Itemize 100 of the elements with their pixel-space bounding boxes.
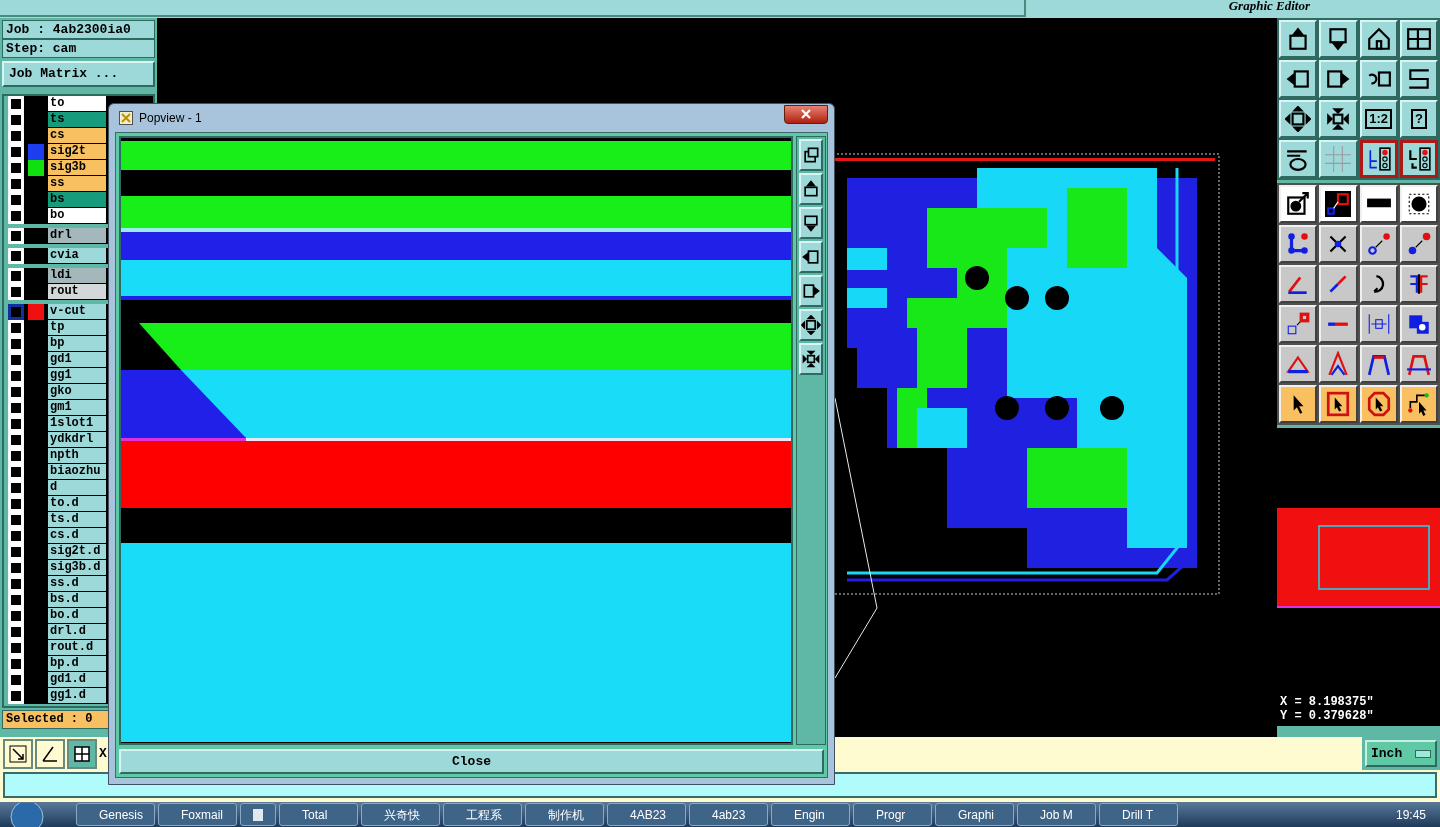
layer-name[interactable]: ss — [48, 176, 106, 191]
layer-checkbox[interactable] — [8, 608, 24, 624]
layer-checkbox[interactable] — [8, 464, 24, 480]
layer-name[interactable]: sig3b — [48, 160, 106, 175]
edit-tool-button[interactable] — [1319, 185, 1358, 223]
edit-tool-button[interactable] — [1399, 225, 1438, 263]
layer-name[interactable]: npth — [48, 448, 106, 463]
edit-tool-button[interactable] — [1279, 345, 1318, 383]
view-tool-button[interactable]: 1:2 — [1359, 100, 1398, 138]
popview-tool-button[interactable] — [799, 309, 823, 341]
layer-checkbox[interactable] — [8, 304, 24, 320]
layer-checkbox[interactable] — [8, 416, 24, 432]
taskbar-button[interactable]: 兴奇快 — [361, 803, 440, 826]
layer-name[interactable]: bs.d — [48, 592, 106, 607]
layer-checkbox[interactable] — [8, 400, 24, 416]
edit-tool-button[interactable] — [1359, 305, 1398, 343]
layer-name[interactable]: drl — [48, 228, 106, 243]
taskbar-button[interactable]: Progr — [853, 803, 932, 826]
layer-name[interactable]: 1slot1 — [48, 416, 106, 431]
taskbar-button[interactable] — [240, 803, 276, 826]
edit-tool-button[interactable] — [1279, 225, 1318, 263]
edit-tool-button[interactable] — [1319, 385, 1358, 423]
layer-checkbox[interactable] — [8, 176, 24, 192]
layer-name[interactable]: rout.d — [48, 640, 106, 655]
edit-tool-button[interactable] — [1279, 305, 1318, 343]
start-button[interactable] — [10, 802, 44, 827]
layer-name[interactable]: gg1 — [48, 368, 106, 383]
edit-tool-button[interactable] — [1359, 265, 1398, 303]
layer-name[interactable]: bo — [48, 208, 106, 223]
layer-checkbox[interactable] — [8, 336, 24, 352]
layer-checkbox[interactable] — [8, 672, 24, 688]
layer-name[interactable]: biaozhu — [48, 464, 106, 479]
edit-tool-button[interactable] — [1399, 385, 1438, 423]
edit-tool-button[interactable] — [1279, 385, 1318, 423]
taskbar-button[interactable]: 工程系 — [443, 803, 522, 826]
edit-tool-button[interactable] — [1359, 345, 1398, 383]
layer-name[interactable]: gd1.d — [48, 672, 106, 687]
layer-name[interactable]: gd1 — [48, 352, 106, 367]
layer-checkbox[interactable] — [8, 368, 24, 384]
resize-button[interactable] — [3, 738, 33, 769]
layer-checkbox[interactable] — [8, 144, 24, 160]
popview-tool-button[interactable] — [799, 207, 823, 239]
popview-tool-button[interactable] — [799, 275, 823, 307]
layer-checkbox[interactable] — [8, 496, 24, 512]
edit-tool-button[interactable] — [1359, 385, 1398, 423]
taskbar-button[interactable]: Foxmail — [158, 803, 237, 826]
taskbar-button[interactable]: 4ab23 — [689, 803, 768, 826]
layer-name[interactable]: cvia — [48, 248, 106, 263]
job-matrix-button[interactable]: Job Matrix ... — [2, 61, 155, 87]
layer-checkbox[interactable] — [8, 560, 24, 576]
clock[interactable]: 19:45 — [1395, 805, 1440, 824]
units-dropdown[interactable]: Inch — [1365, 740, 1437, 767]
layer-name[interactable]: cs — [48, 128, 106, 143]
layer-checkbox[interactable] — [8, 352, 24, 368]
popview-tool-button[interactable] — [799, 241, 823, 273]
popview-tool-button[interactable] — [799, 343, 823, 375]
layer-name[interactable]: tp — [48, 320, 106, 335]
edit-tool-button[interactable] — [1319, 265, 1358, 303]
layer-checkbox[interactable] — [8, 624, 24, 640]
taskbar-button[interactable]: Genesis — [76, 803, 155, 826]
taskbar-button[interactable]: Total — [279, 803, 358, 826]
popview-tool-button[interactable] — [799, 139, 823, 171]
layer-name[interactable]: to.d — [48, 496, 106, 511]
edit-tool-button[interactable] — [1359, 225, 1398, 263]
edit-tool-button[interactable] — [1399, 185, 1438, 223]
layer-checkbox[interactable] — [8, 208, 24, 224]
layer-name[interactable]: gm1 — [48, 400, 106, 415]
layer-name[interactable]: bp — [48, 336, 106, 351]
layer-name[interactable]: d — [48, 480, 106, 495]
edit-tool-button[interactable] — [1399, 265, 1438, 303]
layer-name[interactable]: bo.d — [48, 608, 106, 623]
layer-checkbox[interactable] — [8, 448, 24, 464]
layer-name[interactable]: gko — [48, 384, 106, 399]
layer-name[interactable]: ts — [48, 112, 106, 127]
edit-tool-button[interactable] — [1279, 185, 1318, 223]
layer-name[interactable]: sig2t.d — [48, 544, 106, 559]
layer-checkbox[interactable] — [8, 432, 24, 448]
layer-name[interactable]: sig3b.d — [48, 560, 106, 575]
layer-checkbox[interactable] — [8, 248, 24, 264]
layer-checkbox[interactable] — [8, 688, 24, 704]
layer-checkbox[interactable] — [8, 592, 24, 608]
close-button[interactable]: Close — [119, 749, 824, 774]
grid-button[interactable] — [67, 738, 97, 769]
layer-checkbox[interactable] — [8, 576, 24, 592]
edit-tool-button[interactable] — [1319, 225, 1358, 263]
edit-tool-button[interactable] — [1359, 185, 1398, 223]
taskbar-button[interactable]: 4AB23 — [607, 803, 686, 826]
taskbar-button[interactable]: Engin — [771, 803, 850, 826]
layer-checkbox[interactable] — [8, 160, 24, 176]
layer-name[interactable]: to — [48, 96, 106, 111]
edit-tool-button[interactable] — [1399, 305, 1438, 343]
edit-tool-button[interactable] — [1319, 345, 1358, 383]
taskbar-button[interactable]: Graphi — [935, 803, 1014, 826]
layer-name[interactable]: gg1.d — [48, 688, 106, 703]
layer-checkbox[interactable] — [8, 112, 24, 128]
layer-name[interactable]: sig2t — [48, 144, 106, 159]
layer-checkbox[interactable] — [8, 128, 24, 144]
layer-name[interactable]: ldi — [48, 268, 106, 283]
taskbar-button[interactable]: Drill T — [1099, 803, 1178, 826]
layer-checkbox[interactable] — [8, 528, 24, 544]
